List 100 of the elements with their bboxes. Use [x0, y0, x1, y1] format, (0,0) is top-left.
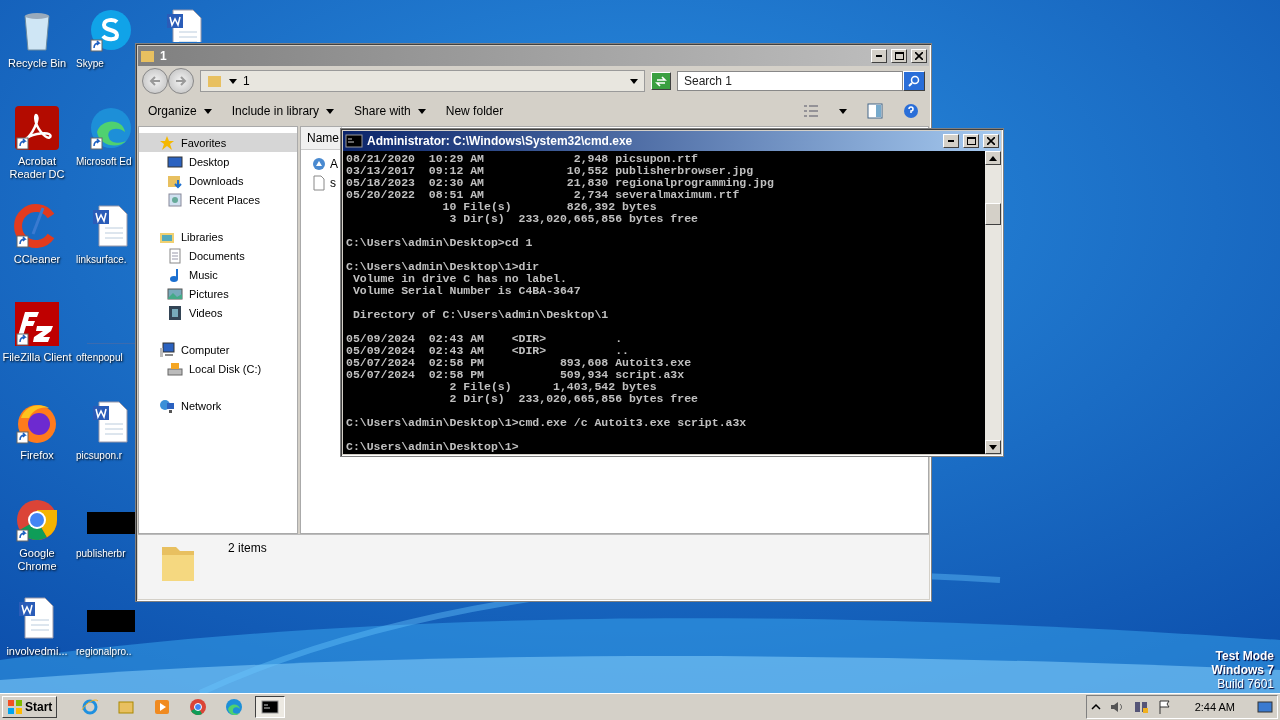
toolbar-button[interactable]: Share with: [354, 104, 426, 118]
toolbar-button[interactable]: Organize: [148, 104, 212, 118]
close-button[interactable]: [911, 49, 927, 63]
maximize-button[interactable]: [963, 134, 979, 148]
scroll-down-button[interactable]: [985, 440, 1001, 454]
windows-logo-icon: [7, 699, 23, 715]
folder-icon: [140, 48, 156, 64]
preview-pane-icon: [867, 103, 883, 119]
chevron-up-icon: [1090, 702, 1101, 712]
nav-item[interactable]: Downloads: [139, 171, 297, 190]
console-line: 05/09/2024 02:43 AM <DIR> .: [346, 333, 624, 345]
film-icon: [167, 304, 183, 321]
close-icon: [915, 52, 923, 60]
console-line: Directory of C:\Users\admin\Desktop\1: [351, 309, 610, 321]
icon-label: regionalpro..: [76, 645, 132, 658]
maximize-button[interactable]: [891, 49, 907, 63]
nav-item[interactable]: Music: [139, 265, 297, 284]
address-bar[interactable]: 1: [200, 70, 645, 92]
start-button[interactable]: Start: [2, 696, 58, 718]
network-icon: [1132, 699, 1149, 715]
up-arrow-icon: [989, 155, 997, 161]
file-name[interactable]: s: [330, 175, 336, 190]
nav-item[interactable]: Libraries: [139, 227, 297, 246]
console-line: Volume Serial Number is C4BA-3647: [351, 285, 582, 297]
folder-icon: [207, 73, 223, 89]
nav-item[interactable]: Documents: [139, 246, 297, 265]
star-icon: [159, 134, 175, 151]
icon-label: Skype: [76, 57, 104, 70]
icon-label: Recycle Bin: [7, 57, 67, 70]
minimize-icon: [876, 55, 882, 57]
nav-item[interactable]: Computer: [139, 340, 297, 359]
nav-item[interactable]: Pictures: [139, 284, 297, 303]
icon-label: Google Chrome: [16, 547, 58, 573]
recent-icon: [167, 191, 183, 208]
icon-label: linksurface.: [76, 253, 127, 266]
minimize-button[interactable]: [943, 134, 959, 148]
edge-icon: [225, 698, 244, 716]
icon-label: Acrobat Reader DC: [8, 155, 66, 181]
drive-icon: [167, 360, 183, 377]
column-header[interactable]: Name: [301, 127, 342, 150]
clock[interactable]: 2:44 AM: [1194, 701, 1235, 713]
minimize-icon: [948, 140, 954, 142]
play-icon: [153, 698, 172, 716]
acrobat-icon[interactable]: [13, 104, 61, 152]
console-line: 05/09/2024 02:43 AM <DIR> ..: [346, 345, 630, 357]
maximize-icon: [966, 137, 976, 145]
search-field[interactable]: Search 1: [677, 71, 903, 91]
window-title: Administrator: C:\Windows\System32\cmd.exe: [367, 134, 634, 148]
refresh-button[interactable]: [651, 72, 671, 90]
caret-icon: [839, 108, 847, 114]
close-button[interactable]: [983, 134, 999, 148]
search-icon: [908, 75, 920, 87]
view-options-icon: [803, 103, 819, 119]
scroll-up-button[interactable]: [985, 151, 1001, 165]
search-button[interactable]: [903, 71, 925, 91]
nav-item[interactable]: Videos: [139, 303, 297, 322]
flag-icon: [1156, 699, 1173, 715]
down-arrow-icon: [989, 444, 997, 450]
console-line: 03/13/2017 09:12 AM 10,552 publisherbrowser.jpg: [346, 165, 755, 177]
filezilla-icon[interactable]: [13, 300, 61, 348]
maximize-icon: [894, 52, 904, 60]
nav-item[interactable]: Local Disk (C:): [139, 359, 297, 378]
show-desktop-icon: [1257, 700, 1273, 714]
console-line: 2 File(s) 1,403,542 bytes: [448, 381, 658, 393]
file-name[interactable]: A: [330, 156, 338, 171]
console-line: 08/21/2020 10:29 AM 2,948 picsupon.rtf: [346, 153, 699, 165]
picture-icon: [167, 285, 183, 302]
help-icon: [903, 103, 919, 119]
minimize-button[interactable]: [871, 49, 887, 63]
console-line: 3 Dir(s) 233,020,665,856 bytes free: [448, 213, 699, 225]
monitor-icon: [159, 341, 175, 358]
caret-icon: [229, 78, 237, 84]
forward-button[interactable]: [168, 68, 194, 94]
close-icon: [987, 137, 995, 145]
console-line: C:\Users\admin\Desktop\1>dir: [346, 261, 541, 273]
chrome-icon: [189, 698, 208, 716]
icon-label: Microsoft Ed: [76, 155, 132, 168]
icon-label: involvedmi...: [6, 645, 68, 658]
console-line: 2 Dir(s) 233,020,665,856 bytes free: [448, 393, 699, 405]
os-notice: Test Mode: [1215, 649, 1274, 663]
nav-item[interactable]: Network: [139, 396, 297, 415]
os-notice: Build 7601: [1217, 677, 1274, 691]
forward-arrow-icon: [175, 75, 187, 87]
icon-label: CCleaner: [13, 253, 61, 266]
toolbar-button[interactable]: New folder: [445, 104, 504, 118]
back-button[interactable]: [142, 68, 168, 94]
toolbar-button[interactable]: Include in library: [231, 104, 335, 118]
console-line: C:\Users\admin\Desktop>cd 1: [346, 237, 534, 249]
console-line: 05/07/2024 02:58 PM 893,608 Autoit3.exe: [346, 357, 693, 369]
icon-label: publisherbr: [76, 547, 126, 560]
taskbar-button[interactable]: [255, 696, 286, 718]
scroll-thumb[interactable]: [985, 203, 1001, 225]
nav-item[interactable]: Recent Places: [139, 190, 297, 209]
icon-label: FileZilla Client: [2, 351, 72, 364]
refresh-icon: [655, 75, 667, 87]
console-line: C:\Users\admin\Desktop\1>: [346, 441, 520, 453]
nav-item[interactable]: Desktop: [139, 152, 297, 171]
speaker-icon: [1108, 699, 1125, 715]
console-icon: [261, 698, 280, 716]
nav-item[interactable]: Favorites: [139, 133, 297, 152]
